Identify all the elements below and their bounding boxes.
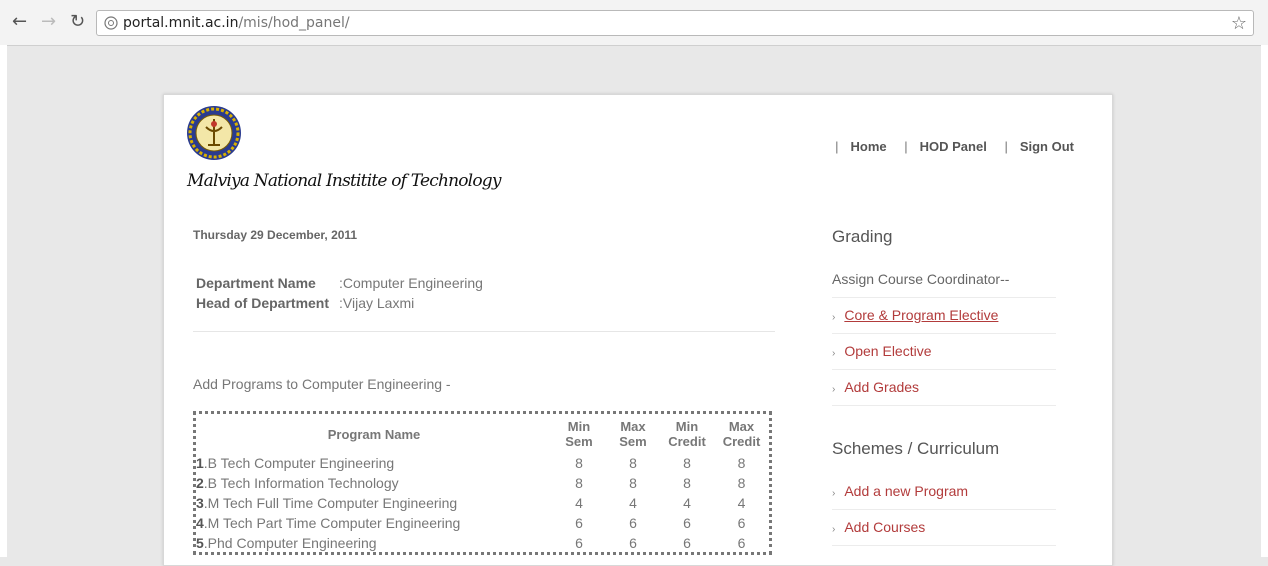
grading-title: Grading: [832, 227, 893, 246]
department-name-label: Department Name: [196, 275, 316, 291]
bookmark-star-icon[interactable]: ☆: [1231, 13, 1247, 34]
program-name: .B Tech Information Technology: [203, 475, 399, 491]
nav-home-link[interactable]: Home: [850, 139, 886, 154]
bullet-icon: ›: [832, 348, 836, 359]
section-divider: [193, 331, 775, 332]
table-row: 3.M Tech Full Time Computer Engineering …: [196, 495, 746, 511]
sidebar-item-core-program-elective[interactable]: › Core & Program Elective: [832, 307, 998, 323]
reload-icon[interactable]: ↻: [70, 12, 85, 32]
page-container: Malviya National Institite of Technology…: [163, 94, 1113, 566]
program-name: .Phd Computer Engineering: [203, 535, 377, 551]
url-text: portal.mnit.ac.in/mis/hod_panel/: [123, 15, 350, 31]
table-row: 4.M Tech Part Time Computer Engineering …: [196, 515, 746, 531]
right-window-edge: [1261, 45, 1268, 557]
bullet-icon: ›: [832, 524, 836, 535]
add-programs-heading: Add Programs to Computer Engineering -: [193, 376, 451, 392]
bullet-icon: ›: [832, 312, 836, 323]
bullet-icon: ›: [832, 384, 836, 395]
sidebar-item-add-courses[interactable]: › Add Courses: [832, 519, 925, 535]
institute-name: Malviya National Institite of Technology: [187, 171, 501, 191]
left-window-edge: [0, 45, 7, 557]
assign-course-coordinator-text: Assign Course Coordinator--: [832, 271, 1010, 287]
table-row: 1.B Tech Computer Engineering 8888: [196, 455, 746, 471]
table-row: 2.B Tech Information Technology 8888: [196, 475, 746, 491]
sidebar-item-add-grades[interactable]: › Add Grades: [832, 379, 919, 395]
institute-logo[interactable]: [186, 105, 242, 161]
back-arrow-icon[interactable]: ←: [12, 12, 27, 32]
header-max-sem: Max Sem: [619, 419, 647, 449]
department-name-value: :Computer Engineering: [339, 275, 483, 291]
department-info: Department Name :Computer Engineering Hea…: [196, 273, 483, 313]
sidebar-divider: [832, 545, 1056, 546]
sidebar-divider: [832, 509, 1056, 510]
nav-sign-out-link[interactable]: Sign Out: [1020, 139, 1074, 154]
header-program-name: Program Name: [327, 426, 421, 442]
bullet-icon: ›: [832, 488, 836, 499]
head-of-department-value: :Vijay Laxmi: [339, 295, 415, 311]
sidebar-divider: [832, 405, 1056, 406]
program-name: .M Tech Full Time Computer Engineering: [203, 495, 458, 511]
header-min-credit: Min Credit: [668, 419, 706, 449]
head-of-department-label: Head of Department: [196, 295, 330, 311]
browser-toolbar: ← → ↻ portal.mnit.ac.in/mis/hod_panel/ ☆: [0, 0, 1268, 46]
header-min-sem: Min Sem: [565, 419, 593, 449]
page-globe-icon: [104, 16, 118, 30]
table-row: 5.Phd Computer Engineering 6666: [196, 535, 746, 551]
sidebar-divider: [832, 369, 1056, 370]
current-date: Thursday 29 December, 2011: [193, 228, 358, 242]
top-navigation: | Home | HOD Panel | Sign Out: [835, 139, 1074, 154]
sidebar-divider: [832, 297, 1056, 298]
address-bar[interactable]: portal.mnit.ac.in/mis/hod_panel/ ☆: [96, 10, 1254, 36]
program-name: .B Tech Computer Engineering: [203, 455, 395, 471]
nav-hod-panel-link[interactable]: HOD Panel: [920, 139, 987, 154]
header-max-credit: Max Credit: [722, 419, 761, 449]
schemes-curriculum-title: Schemes / Curriculum: [832, 439, 1000, 458]
sidebar-item-open-elective[interactable]: › Open Elective: [832, 343, 932, 359]
program-name: .M Tech Part Time Computer Engineering: [203, 515, 461, 531]
forward-arrow-icon[interactable]: →: [41, 12, 56, 32]
programs-table: Program Name Min Sem Max Sem Min Credit Max…: [193, 411, 772, 555]
sidebar-item-add-new-program[interactable]: › Add a new Program: [832, 483, 968, 499]
sidebar-divider: [832, 333, 1056, 334]
